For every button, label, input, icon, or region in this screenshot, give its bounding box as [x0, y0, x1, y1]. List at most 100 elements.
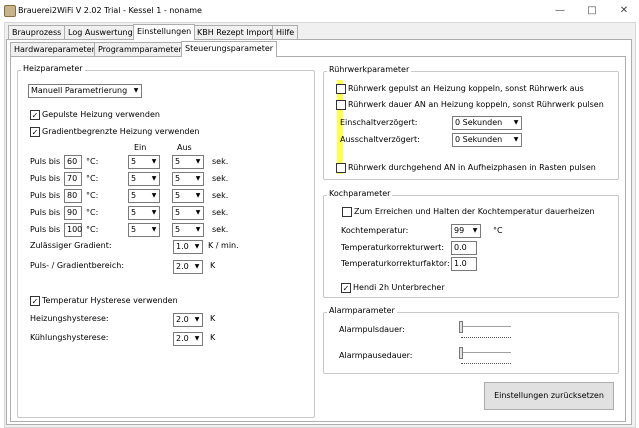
kuehlungshysterese-value: 2.0 [176, 334, 189, 343]
chevron-down-icon: ▼ [193, 190, 203, 202]
chevron-down-icon: ▼ [192, 314, 202, 326]
dauerheizen-checkbox[interactable] [342, 207, 352, 217]
close-icon[interactable]: ✕ [616, 3, 632, 19]
kochtemperatur-value: 99 [454, 226, 465, 235]
chevron-down-icon: ▼ [149, 224, 159, 236]
puls-gradientbereich-select[interactable]: 2.0 ▼ [173, 260, 203, 274]
puls-aus-select[interactable]: 5 ▼ [172, 206, 204, 220]
hendi-unterbrecher-label: Hendi 2h Unterbrecher [353, 283, 445, 292]
chevron-down-icon: ▼ [193, 207, 203, 219]
chevron-down-icon: ▼ [511, 134, 521, 146]
chevron-down-icon: ▼ [149, 156, 159, 168]
puls-gradientbereich-label: Puls- / Gradientbereich: [30, 261, 125, 270]
einstellungen-zuruecksetzen-button[interactable]: Einstellungen zurücksetzen [484, 382, 614, 410]
zul-gradient-unit: K / min. [208, 241, 239, 250]
temperatur-hysterese-label: Temperatur Hysterese verwenden [42, 296, 178, 305]
tab-brauprozess[interactable]: Brauprozess [8, 25, 66, 40]
tab-programmparameter[interactable]: Programmparameter [94, 42, 186, 57]
tab-steuerungsparameter[interactable]: Steuerungsparameter [181, 41, 278, 57]
kochtemperatur-unit: °C [493, 226, 503, 235]
ruehrwerk-dauer-an-checkbox[interactable] [336, 100, 346, 110]
puls-sek-label: sek. [212, 157, 229, 166]
puls-aus-value: 5 [175, 157, 181, 166]
kuehlungshysterese-unit: K [210, 333, 216, 342]
tab-hilfe[interactable]: Hilfe [272, 25, 299, 40]
window-title: Brauerei2WiFi V 2.02 Trial - Kessel 1 - … [18, 6, 202, 15]
col-aus-header: Aus [177, 143, 192, 152]
puls-bis-label: Puls bis [30, 174, 61, 183]
heizparameter-title: Heizparameter [21, 64, 85, 73]
tab-einstellungen[interactable]: Einstellungen [133, 24, 196, 40]
chevron-down-icon: ▼ [193, 224, 203, 236]
puls-aus-value: 5 [175, 174, 181, 183]
puls-temp-unit: °C: [86, 174, 99, 183]
puls-aus-value: 5 [175, 208, 181, 217]
puls-aus-value: 5 [175, 225, 181, 234]
puls-aus-select[interactable]: 5 ▼ [172, 155, 204, 169]
puls-ein-select[interactable]: 5 ▼ [128, 223, 160, 237]
ruehrwerk-gepulst-checkbox[interactable] [336, 84, 346, 94]
puls-ein-select[interactable]: 5 ▼ [128, 189, 160, 203]
gepulste-heizung-checkbox[interactable]: ✓ [30, 110, 40, 120]
alarmpausedauer-slider-thumb[interactable] [459, 347, 463, 359]
chevron-down-icon: ▼ [149, 190, 159, 202]
puls-temp-input[interactable]: 70 [64, 172, 82, 186]
ausschaltverzoegert-label: Ausschaltverzögert: [340, 135, 420, 144]
tab-kbh-rezept-import[interactable]: KBH Rezept Import [193, 25, 277, 40]
chevron-down-icon: ▼ [193, 173, 203, 185]
hendi-unterbrecher-checkbox[interactable]: ✓ [341, 283, 351, 293]
heizmodus-value: Manuell Parametrierung [31, 86, 128, 95]
kochtemperatur-label: Kochtemperatur: [341, 226, 409, 235]
maximize-icon[interactable]: □ [584, 3, 600, 19]
korrekturwert-input[interactable]: 0.0 [451, 241, 477, 255]
puls-aus-select[interactable]: 5 ▼ [172, 172, 204, 186]
kuehlungshysterese-select[interactable]: 2.0 ▼ [173, 332, 203, 346]
korrekturfaktor-input[interactable]: 1.0 [451, 257, 477, 271]
gradient-heizung-checkbox[interactable]: ✓ [30, 127, 40, 137]
puls-sek-label: sek. [212, 208, 229, 217]
tab-log-auswertung[interactable]: Log Auswertung [64, 25, 137, 40]
puls-temp-input[interactable]: 90 [64, 206, 82, 220]
puls-aus-value: 5 [175, 191, 181, 200]
zul-gradient-select[interactable]: 1.0 ▼ [173, 240, 203, 254]
tab-hardwareparameter[interactable]: Hardwareparameter [10, 42, 99, 57]
kochtemperatur-select[interactable]: 99 ▼ [451, 224, 481, 238]
puls-aus-select[interactable]: 5 ▼ [172, 223, 204, 237]
puls-temp-input[interactable]: 100 [64, 223, 82, 237]
heizmodus-select[interactable]: Manuell Parametrierung ▼ [28, 84, 142, 98]
app-icon [4, 5, 16, 17]
puls-temp-unit: °C: [86, 208, 99, 217]
einschaltverzoegert-label: Einschaltverzögert: [340, 118, 418, 127]
chevron-down-icon: ▼ [192, 261, 202, 273]
chevron-down-icon: ▼ [193, 156, 203, 168]
ruehrwerk-dauer-an-label: Rührwerk dauer AN an Heizung koppeln, so… [348, 100, 604, 109]
heizungshysterese-select[interactable]: 2.0 ▼ [173, 313, 203, 327]
zul-gradient-label: Zulässiger Gradient: [30, 241, 112, 250]
puls-sek-label: sek. [212, 225, 229, 234]
puls-ein-select[interactable]: 5 ▼ [128, 155, 160, 169]
puls-ein-value: 5 [131, 157, 137, 166]
puls-bis-label: Puls bis [30, 208, 61, 217]
ruehrwerk-durchgehend-checkbox[interactable] [336, 163, 346, 173]
puls-bis-label: Puls bis [30, 225, 61, 234]
einschaltverzoegert-select[interactable]: 0 Sekunden ▼ [452, 116, 522, 130]
puls-temp-input[interactable]: 80 [64, 189, 82, 203]
temperatur-hysterese-checkbox[interactable]: ✓ [30, 296, 40, 306]
puls-ein-value: 5 [131, 191, 137, 200]
heizungshysterese-value: 2.0 [176, 315, 189, 324]
puls-bis-label: Puls bis [30, 191, 61, 200]
gepulste-heizung-label: Gepulste Heizung verwenden [42, 110, 160, 119]
puls-ein-select[interactable]: 5 ▼ [128, 206, 160, 220]
puls-ein-select[interactable]: 5 ▼ [128, 172, 160, 186]
ruehrwerk-gepulst-label: Rührwerk gepulst an Heizung koppeln, son… [348, 84, 584, 93]
puls-temp-input[interactable]: 60 [64, 155, 82, 169]
chevron-down-icon: ▼ [470, 225, 480, 237]
alarmpausedauer-slider-track [459, 352, 511, 354]
alarmpulsdauer-slider-thumb[interactable] [459, 321, 463, 333]
chevron-down-icon: ▼ [192, 333, 202, 345]
ausschaltverzoegert-select[interactable]: 0 Sekunden ▼ [452, 133, 522, 147]
minimize-icon[interactable]: — [552, 3, 568, 19]
kuehlungshysterese-label: Kühlungshysterese: [30, 333, 109, 342]
puls-aus-select[interactable]: 5 ▼ [172, 189, 204, 203]
puls-temp-unit: °C: [86, 191, 99, 200]
